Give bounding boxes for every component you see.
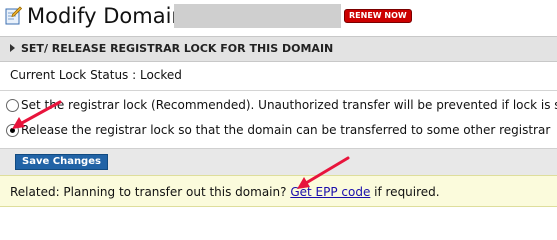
get-epp-code-link[interactable]: Get EPP code — [290, 185, 370, 199]
save-changes-button[interactable]: Save Changes — [15, 154, 108, 170]
set-lock-label: Set the registrar lock (Recommended). Un… — [21, 98, 557, 112]
edit-icon — [5, 6, 22, 25]
page-header: Modify Domain: RENEW NOW — [0, 0, 557, 36]
set-lock-option[interactable]: Set the registrar lock (Recommended). Un… — [0, 96, 557, 114]
actions-bar: Save Changes — [0, 148, 557, 175]
related-info-bar: Related: Planning to transfer out this d… — [0, 175, 557, 207]
renew-now-button[interactable]: RENEW NOW — [344, 9, 412, 23]
related-text: Related: Planning to transfer out this d… — [10, 184, 440, 200]
set-lock-radio[interactable] — [6, 99, 19, 112]
release-lock-radio[interactable] — [6, 124, 19, 137]
divider — [0, 90, 557, 91]
related-prefix: Related: Planning to transfer out this d… — [10, 185, 291, 199]
section-header: SET/ RELEASE REGISTRAR LOCK FOR THIS DOM… — [0, 36, 557, 62]
page-title: Modify Domain: — [27, 4, 192, 28]
domain-name-redacted — [174, 4, 341, 28]
current-lock-status: Current Lock Status : Locked — [10, 68, 182, 82]
section-title: SET/ RELEASE REGISTRAR LOCK FOR THIS DOM… — [21, 42, 334, 55]
release-lock-option[interactable]: Release the registrar lock so that the d… — [0, 121, 557, 139]
release-lock-label: Release the registrar lock so that the d… — [21, 123, 551, 137]
triangle-right-icon — [10, 44, 15, 52]
related-suffix: if required. — [370, 185, 440, 199]
